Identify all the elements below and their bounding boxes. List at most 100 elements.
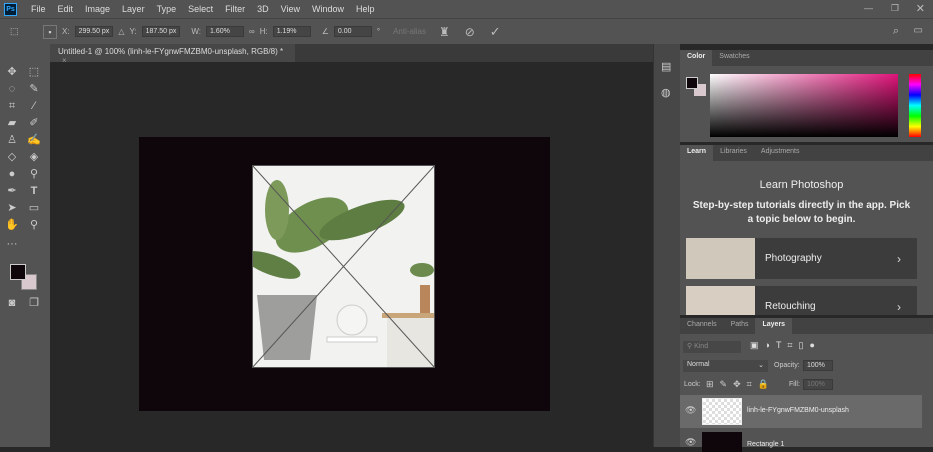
hue-slider[interactable] xyxy=(909,74,921,137)
blur-tool-icon[interactable]: ● xyxy=(5,167,19,181)
learn-card-photography[interactable]: Photography › xyxy=(686,238,917,279)
dodge-tool-icon[interactable]: ⚲ xyxy=(27,167,41,181)
history-panel-icon[interactable]: ▤ xyxy=(661,60,671,73)
tab-channels[interactable]: Channels xyxy=(680,318,724,334)
plant-photo xyxy=(252,165,435,368)
quick-select-tool-icon[interactable]: ✎ xyxy=(27,82,41,96)
opacity-field[interactable]: 100% xyxy=(803,360,833,371)
menu-layer[interactable]: Layer xyxy=(122,4,145,14)
search-icon[interactable]: ⌕ xyxy=(893,25,899,38)
width-field[interactable]: 1.60% xyxy=(205,26,244,37)
maximize-button[interactable]: ❐ xyxy=(891,3,899,14)
brush-tool-icon[interactable]: ✐ xyxy=(27,116,41,130)
angle-field[interactable]: 0.00 xyxy=(333,26,372,37)
tab-adjustments[interactable]: Adjustments xyxy=(754,145,807,161)
layer-filter-icons[interactable]: ▣◑T⌗▯● xyxy=(750,340,821,351)
history-brush-tool-icon[interactable]: ✍ xyxy=(27,133,41,147)
layer-thumbnail xyxy=(702,432,742,452)
menu-type[interactable]: Type xyxy=(157,4,177,14)
photography-thumbnail xyxy=(686,238,755,279)
layer-thumbnail xyxy=(702,398,742,425)
close-window-button[interactable]: ✕ xyxy=(916,2,925,15)
x-field[interactable]: 299.50 px xyxy=(74,26,114,37)
height-field[interactable]: 1.19% xyxy=(272,26,311,37)
gradient-tool-icon[interactable]: ◈ xyxy=(27,150,41,164)
minimize-button[interactable]: — xyxy=(864,3,873,13)
properties-panel-icon[interactable]: ◍ xyxy=(661,86,671,99)
visibility-eye-icon[interactable]: 👁 xyxy=(685,405,696,416)
fill-field[interactable]: 100% xyxy=(803,379,833,390)
layer-row-selected[interactable]: 👁 linh-le-FYgnwFMZBM0-unsplash xyxy=(680,395,922,428)
blend-mode-select[interactable]: Normal ⌄ xyxy=(683,360,768,372)
stamp-tool-icon[interactable]: ♙ xyxy=(5,133,19,147)
workspace-icon[interactable]: ▭ xyxy=(914,25,923,36)
opacity-label: Opacity: xyxy=(774,362,800,369)
path-select-tool-icon[interactable]: ➤ xyxy=(5,201,19,215)
lock-icons[interactable]: ⊞✎✥⌗🔒 xyxy=(706,379,775,390)
menu-edit[interactable]: Edit xyxy=(58,4,74,14)
healing-tool-icon[interactable]: ▰ xyxy=(5,116,19,130)
learn-description: Step-by-step tutorials directly in the a… xyxy=(692,200,911,225)
screen-mode-icon[interactable]: ❐ xyxy=(27,296,41,310)
pen-tool-icon[interactable]: ✒ xyxy=(5,184,19,198)
visibility-eye-icon[interactable]: 👁 xyxy=(685,437,696,448)
document-tab[interactable]: Untitled-1 @ 100% (linh-le-FYgnwFMZBM0-u… xyxy=(50,44,295,65)
menu-help[interactable]: Help xyxy=(356,4,375,14)
reference-point-icon[interactable]: ▪ xyxy=(43,24,57,39)
layers-panel: Channels Paths Layers ⚲ Kind ▣◑T⌗▯● Normal… xyxy=(680,318,933,452)
learn-card-retouching[interactable]: Retouching › xyxy=(686,286,917,315)
marquee-tool-icon[interactable]: ⬚ xyxy=(27,65,41,79)
menu-3d[interactable]: 3D xyxy=(257,4,269,14)
crop-tool-icon[interactable]: ⌗ xyxy=(5,99,19,113)
chevron-right-icon: › xyxy=(897,251,901,266)
commit-transform-icon[interactable]: ✓ xyxy=(490,24,501,40)
degree-label: ° xyxy=(376,27,381,36)
document-title: Untitled-1 @ 100% (linh-le-FYgnwFMZBM0-u… xyxy=(58,47,284,56)
tab-color[interactable]: Color xyxy=(680,50,713,66)
cancel-transform-icon[interactable]: ⊘ xyxy=(465,25,475,39)
type-tool-icon[interactable]: T xyxy=(27,184,41,198)
layer-row[interactable]: 👁 Rectangle 1 xyxy=(680,429,922,452)
tab-libraries[interactable]: Libraries xyxy=(713,145,754,161)
card-label: Retouching xyxy=(765,301,816,312)
menu-window[interactable]: Window xyxy=(312,4,344,14)
lock-label: Lock: xyxy=(684,381,701,388)
layer-name[interactable]: linh-le-FYgnwFMZBM0-unsplash xyxy=(747,407,849,414)
more-tools-icon[interactable]: ··· xyxy=(5,237,19,251)
eraser-tool-icon[interactable]: ◇ xyxy=(5,150,19,164)
link-icon[interactable]: ∞ xyxy=(249,27,255,36)
anti-alias-checkbox[interactable]: Anti-alias xyxy=(393,27,426,36)
tab-learn[interactable]: Learn xyxy=(680,145,714,161)
shape-tool-icon[interactable]: ▭ xyxy=(27,201,41,215)
eyedropper-tool-icon[interactable]: ⁄ xyxy=(27,99,41,113)
menu-file[interactable]: File xyxy=(31,4,46,14)
retouching-thumbnail xyxy=(686,286,755,315)
angle-icon: ∠ xyxy=(321,27,329,36)
foreground-color-swatch[interactable] xyxy=(10,264,26,280)
menu-filter[interactable]: Filter xyxy=(225,4,245,14)
color-picker-field[interactable] xyxy=(710,74,898,137)
layer-filter-input[interactable]: ⚲ Kind xyxy=(683,341,741,353)
menu-bar: Ps File Edit Image Layer Type Select Fil… xyxy=(0,0,933,18)
transform-tool-icon: ⬚ xyxy=(10,26,19,36)
warp-icon[interactable]: ♜ xyxy=(439,25,450,39)
tools-panel: ✥ ⬚ ◌ ✎ ⌗ ⁄ ▰ ✐ ♙ ✍ ◇ ◈ ● ⚲ ✒ T ➤ ▭ ✋ ⚲ … xyxy=(0,44,50,447)
menu-image[interactable]: Image xyxy=(85,4,110,14)
color-fg-swatch[interactable] xyxy=(686,77,698,89)
collapsed-panels-strip: ▤ ◍ xyxy=(653,44,680,447)
lasso-tool-icon[interactable]: ◌ xyxy=(5,82,19,96)
hand-tool-icon[interactable]: ✋ xyxy=(5,218,19,232)
placed-image-plant[interactable] xyxy=(252,165,435,368)
tab-layers[interactable]: Layers xyxy=(755,318,793,334)
zoom-tool-icon[interactable]: ⚲ xyxy=(27,218,41,232)
delta-icon[interactable]: △ xyxy=(118,27,124,36)
quick-mask-icon[interactable]: ◙ xyxy=(5,296,19,310)
menu-view[interactable]: View xyxy=(281,4,300,14)
move-tool-icon[interactable]: ✥ xyxy=(5,65,19,79)
card-label: Photography xyxy=(765,253,822,264)
menu-select[interactable]: Select xyxy=(188,4,213,14)
y-field[interactable]: 187.50 px xyxy=(141,26,181,37)
y-label: Y: xyxy=(129,27,137,36)
tab-paths[interactable]: Paths xyxy=(724,318,756,334)
tab-swatches[interactable]: Swatches xyxy=(712,50,756,66)
